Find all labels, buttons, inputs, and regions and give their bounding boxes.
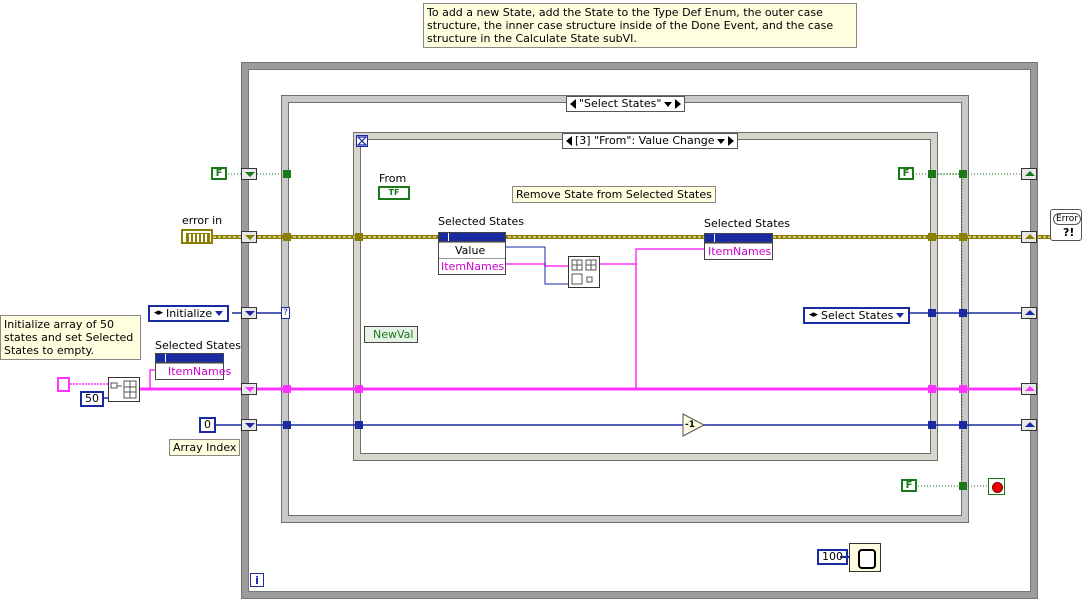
tunnel[interactable] [283,421,291,429]
loop-iteration-terminal[interactable]: i [250,573,264,587]
shift-register-right-index[interactable] [1021,419,1037,431]
decrement-case-icon[interactable] [570,99,576,109]
from-terminal[interactable]: TF [378,186,410,200]
value-property[interactable]: Value [439,242,505,258]
case-selector[interactable]: "Select States" [566,96,686,112]
tunnel[interactable] [959,170,967,178]
initialize-enum-constant[interactable]: ◂▸ Initialize [148,305,230,322]
tunnel[interactable] [959,233,967,241]
array-size-constant[interactable]: 50 [80,391,104,407]
event-selector[interactable]: [3] "From": Value Change [562,133,739,149]
prop-node-title: Selected States [438,215,525,228]
tunnel[interactable] [283,385,291,393]
comment-initialize: Initialize array of 50 states and set Se… [0,315,141,360]
tunnel[interactable] [959,421,967,429]
shift-register-right-boolean[interactable] [1021,168,1037,180]
error-in-terminal[interactable] [181,229,213,244]
shift-register-left-error[interactable] [241,231,257,243]
array-index-constant[interactable]: 0 [199,417,216,433]
error-indicator-label: Error [1053,213,1081,225]
error-out-indicator[interactable]: Error ?! [1050,209,1082,241]
chevron-down-icon[interactable] [717,138,726,144]
prop-node-title: Selected States [704,217,791,230]
wait-ms-function[interactable] [849,543,881,572]
tunnel[interactable] [928,170,936,178]
shift-register-left-enum[interactable] [241,307,257,319]
comment-add-state: To add a new State, add the State to the… [423,3,857,48]
itemnames-property[interactable]: ItemNames [705,243,772,259]
from-label: From [379,172,407,185]
decrement-label: -1 [685,420,695,430]
false-constant[interactable]: F [211,167,227,180]
tunnel[interactable] [959,385,967,393]
event-selector-label: [3] "From": Value Change [575,134,715,147]
selected-states-property-node-read[interactable]: Value ItemNames [438,232,506,275]
delete-from-array-function[interactable] [568,256,600,288]
selected-states-property-node-write[interactable]: ItemNames [704,233,773,260]
newval-event-data[interactable]: NewVal [364,326,419,343]
decrement-event-icon[interactable] [566,136,572,146]
select-states-enum-constant[interactable]: ◂▸ Select States [803,307,911,324]
stop-terminal[interactable] [988,478,1005,495]
tunnel[interactable] [928,309,936,317]
tunnel[interactable] [928,233,936,241]
remove-state-label: Remove State from Selected States [512,186,716,203]
increment-event-icon[interactable] [728,136,735,146]
tunnel[interactable] [283,170,291,178]
initialize-array-function[interactable] [108,377,140,402]
shift-register-right-enum[interactable] [1021,307,1037,319]
case-selector-label: "Select States" [579,97,662,110]
array-index-label: Array Index [169,439,241,456]
increment-case-icon[interactable] [675,99,682,109]
chevron-down-icon[interactable] [664,101,673,107]
tunnel[interactable] [355,233,363,241]
tunnel[interactable] [355,421,363,429]
selected-states-property-node[interactable]: ItemNames [155,353,231,380]
false-constant[interactable]: F [901,479,917,492]
shift-register-left-boolean[interactable] [241,168,257,180]
tunnel[interactable] [928,385,936,393]
shift-register-right-error[interactable] [1021,231,1037,243]
stop-icon [992,482,1003,493]
tunnel[interactable] [283,233,291,241]
tunnel[interactable] [355,385,363,393]
case-selector-terminal[interactable]: ? [281,307,290,319]
wire-stub [840,556,850,558]
shift-register-right-array[interactable] [1021,383,1037,395]
stopwatch-icon [858,549,876,569]
shift-register-left-array[interactable] [241,383,257,395]
wire-layer [70,173,1050,487]
itemnames-property[interactable]: ItemNames [439,258,505,274]
prop-node-title: Selected States [155,339,242,352]
false-constant[interactable]: F [898,167,914,180]
error-in-label: error in [182,214,223,227]
tunnel[interactable] [959,482,967,490]
shift-register-left-index[interactable] [241,419,257,431]
tunnel[interactable] [928,421,936,429]
empty-string-constant[interactable] [57,377,70,392]
itemnames-property[interactable]: ItemNames [156,363,231,379]
tunnel[interactable] [959,309,967,317]
